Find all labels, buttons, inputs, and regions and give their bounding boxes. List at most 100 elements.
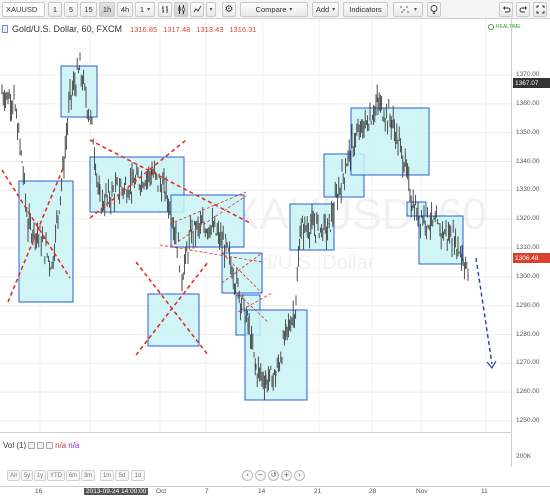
interval-15m-button[interactable]: 15 xyxy=(80,2,97,17)
properties-button[interactable]: ⚙ xyxy=(222,2,236,17)
rectangle-drawing xyxy=(147,293,200,347)
price-label-tag: 1367.07 xyxy=(513,78,550,89)
range-label: 5d xyxy=(118,472,126,479)
symbol-value: XAUUSD xyxy=(6,5,38,14)
price-tick: 1300.00 xyxy=(516,272,540,280)
range-all-button[interactable]: All xyxy=(7,470,20,481)
interval-label: 15 xyxy=(84,5,93,14)
range-6m-button[interactable]: 6m xyxy=(66,470,80,481)
time-axis[interactable]: 16 2013-09-24 14:00:00 Oct 7 14 21 28 No… xyxy=(0,486,550,496)
chevron-right-icon: › xyxy=(298,471,301,479)
interval-1m-button[interactable]: 1 xyxy=(48,2,62,17)
alert-button[interactable] xyxy=(427,2,441,17)
zoom-in-button[interactable]: + xyxy=(281,470,292,481)
bars-style-button[interactable] xyxy=(158,2,172,17)
line-chart-icon xyxy=(193,5,201,13)
time-tick: 16 xyxy=(35,488,43,495)
time-tick: 14 xyxy=(258,488,266,495)
redo-button[interactable] xyxy=(516,2,530,17)
crosshair-time-label: 2013-09-24 14:00:00 xyxy=(84,488,149,495)
chart-legend: Gold/U.S. Dollar, 60, FXCM 1316.85 1317.… xyxy=(2,24,257,34)
volume-axis: 200K xyxy=(511,432,550,467)
rectangle-drawing xyxy=(221,252,263,294)
range-label: YTD xyxy=(50,472,62,479)
price-tick: 1270.00 xyxy=(516,359,540,367)
price-tick: 1310.00 xyxy=(516,244,540,251)
price-tick: 1250.00 xyxy=(516,417,540,424)
volume-value: n/a xyxy=(55,441,67,450)
fullscreen-button[interactable] xyxy=(533,2,547,17)
range-label: 1y xyxy=(36,472,44,479)
range-label: 5y xyxy=(23,472,31,479)
indicators-button[interactable]: Indicators xyxy=(343,2,388,17)
realtime-icon xyxy=(488,24,494,30)
range-label: All xyxy=(10,472,17,479)
interval-4h-button[interactable]: 4h xyxy=(117,2,133,17)
price-chart-pane[interactable]: XAUUSD, 60 Gold/U.S. Dollar xyxy=(0,19,511,432)
indicators-label: Indicators xyxy=(349,5,382,14)
range-1m-button[interactable]: 1m xyxy=(100,470,114,481)
interval-label: 1h xyxy=(102,5,112,14)
range-3m-button[interactable]: 3m xyxy=(81,470,95,481)
volume-tick: 200K xyxy=(516,453,532,460)
volume-legend: Vol (1) n/a n/a xyxy=(3,441,79,450)
scroll-left-button[interactable]: ‹ xyxy=(242,470,253,481)
time-tick: 28 xyxy=(369,488,377,495)
forecast-arrow-line xyxy=(475,257,493,365)
price-tick: 1330.00 xyxy=(516,186,540,194)
reset-icon: ↺ xyxy=(270,471,277,479)
candles-style-button[interactable] xyxy=(174,2,188,17)
interval-label: 4h xyxy=(120,5,130,14)
chevron-down-icon: ▾ xyxy=(147,7,151,13)
range-label: 1m xyxy=(102,472,112,479)
range-ytd-button[interactable]: YTD xyxy=(47,470,65,481)
time-tick: Oct xyxy=(156,488,167,495)
chart-title: Gold/U.S. Dollar, 60, FXCM xyxy=(12,24,123,34)
add-button[interactable]: Add ▾ xyxy=(312,2,339,17)
reset-chart-button[interactable]: ↺ xyxy=(268,470,279,481)
range-label: 3m xyxy=(83,472,93,479)
price-chart-canvas[interactable]: XAUUSD, 60Gold/U.S. Dollar xyxy=(0,19,511,432)
time-tick: 11 xyxy=(481,488,488,495)
chevron-down-icon: ▾ xyxy=(413,7,417,13)
plus-icon: + xyxy=(283,471,290,479)
series-toggle-icon[interactable] xyxy=(2,25,8,33)
drawing-tools-button[interactable]: ▾ xyxy=(393,2,423,17)
settings-icon[interactable] xyxy=(37,442,45,449)
close-icon[interactable] xyxy=(46,442,54,449)
bars-icon xyxy=(161,6,168,13)
price-tick: 1350.00 xyxy=(516,128,540,136)
undo-icon xyxy=(502,6,510,13)
symbol-input[interactable]: XAUUSD xyxy=(2,2,45,17)
ohlc-open: 1316.85 xyxy=(130,24,158,34)
time-tick: 21 xyxy=(314,488,322,495)
chevron-down-icon: ▾ xyxy=(209,7,213,13)
zoom-out-button[interactable]: − xyxy=(255,470,266,481)
interval-label: 1 xyxy=(139,5,145,14)
price-axis[interactable]: 1370.00 1360.00 1350.00 1340.00 1330.00 1320.… xyxy=(511,19,550,432)
price-tick: 1340.00 xyxy=(516,157,540,165)
interval-dropdown[interactable]: 1 ▾ xyxy=(135,2,155,17)
range-1y-button[interactable]: 1y xyxy=(34,470,46,481)
time-tick: 7 xyxy=(205,488,209,495)
chevron-down-icon: ▾ xyxy=(332,7,336,13)
ohlc-high: 1317.48 xyxy=(163,24,191,34)
eye-icon[interactable] xyxy=(28,442,36,449)
chart-style-dropdown[interactable]: ▾ xyxy=(206,2,216,17)
range-1d-button[interactable]: 1d xyxy=(131,470,145,481)
scroll-right-button[interactable]: › xyxy=(294,470,305,481)
range-5d-button[interactable]: 5d xyxy=(115,470,129,481)
ohlc-low: 1313.43 xyxy=(196,24,224,34)
gear-icon: ⚙ xyxy=(224,3,234,15)
rectangle-drawing xyxy=(60,65,98,118)
interval-1h-button[interactable]: 1h xyxy=(99,2,115,17)
minus-icon: − xyxy=(257,471,264,479)
range-5y-button[interactable]: 5y xyxy=(21,470,33,481)
undo-button[interactable] xyxy=(499,2,513,17)
volume-label: Vol (1) xyxy=(3,441,27,450)
time-tick: Nov xyxy=(416,488,428,495)
line-style-button[interactable] xyxy=(190,2,204,17)
interval-5m-button[interactable]: 5 xyxy=(64,2,78,17)
top-toolbar: XAUUSD 1 5 15 1h 4h 1 ▾ ▾ ⚙ Compare ▾ Add ▾… xyxy=(0,0,550,19)
compare-button[interactable]: Compare ▾ xyxy=(240,2,308,17)
